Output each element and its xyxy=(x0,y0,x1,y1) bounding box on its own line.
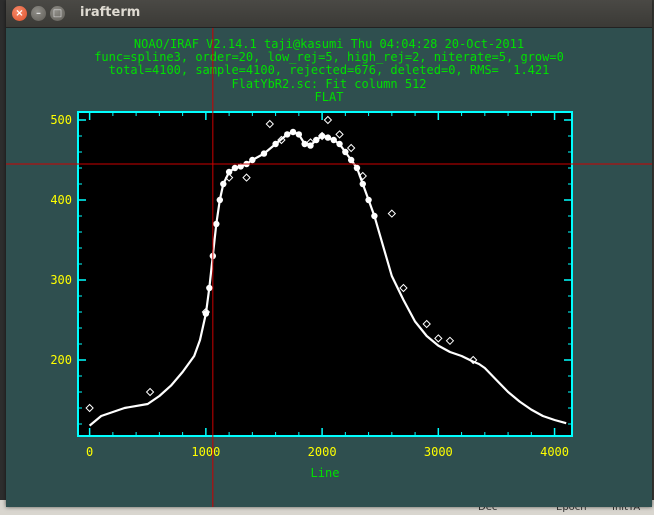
fit-plot: 0 1000 2000 3000 4000 200 300 400 500 Line xyxy=(6,28,652,507)
x-tick-label: 1000 xyxy=(191,445,220,459)
data-point xyxy=(336,140,343,148)
x-tick-label: 0 xyxy=(86,445,93,459)
y-tick-label: 300 xyxy=(50,273,72,287)
plot-background xyxy=(78,112,572,436)
data-point xyxy=(289,128,297,136)
data-point xyxy=(295,131,303,138)
minimize-button[interactable]: – xyxy=(31,6,46,21)
window-title: irafterm xyxy=(80,5,141,20)
close-button[interactable]: × xyxy=(12,6,27,21)
data-point xyxy=(324,134,332,141)
data-point xyxy=(347,156,355,164)
x-tick-label: 2000 xyxy=(308,445,337,459)
data-point xyxy=(213,220,220,228)
data-point xyxy=(231,164,239,172)
irafterm-window: × – □ irafterm NOAO/IRAF V2.14.1 taji@ka… xyxy=(6,0,652,507)
x-tick-label: 4000 xyxy=(540,445,569,459)
y-tick-label: 500 xyxy=(50,113,72,127)
data-point xyxy=(318,132,326,140)
x-tick-label: 3000 xyxy=(424,445,453,459)
data-point xyxy=(353,164,361,172)
data-point xyxy=(284,131,291,138)
maximize-button[interactable]: □ xyxy=(50,6,65,21)
data-point xyxy=(249,156,256,164)
graphics-area[interactable]: NOAO/IRAF V2.14.1 taji@kasumi Thu 04:04:… xyxy=(6,28,652,507)
data-point xyxy=(342,148,349,156)
y-tick-label: 200 xyxy=(50,353,72,367)
data-point xyxy=(220,180,227,188)
title-bar[interactable]: × – □ irafterm xyxy=(6,0,652,28)
data-point xyxy=(206,284,213,292)
data-point xyxy=(359,180,366,188)
data-point xyxy=(301,140,308,148)
data-point xyxy=(216,196,224,204)
data-point xyxy=(365,196,372,204)
data-point xyxy=(330,136,337,144)
data-point xyxy=(272,140,279,148)
x-axis-label: Line xyxy=(311,466,340,480)
data-point xyxy=(371,212,378,220)
data-point xyxy=(260,150,268,157)
y-tick-label: 400 xyxy=(50,193,72,207)
